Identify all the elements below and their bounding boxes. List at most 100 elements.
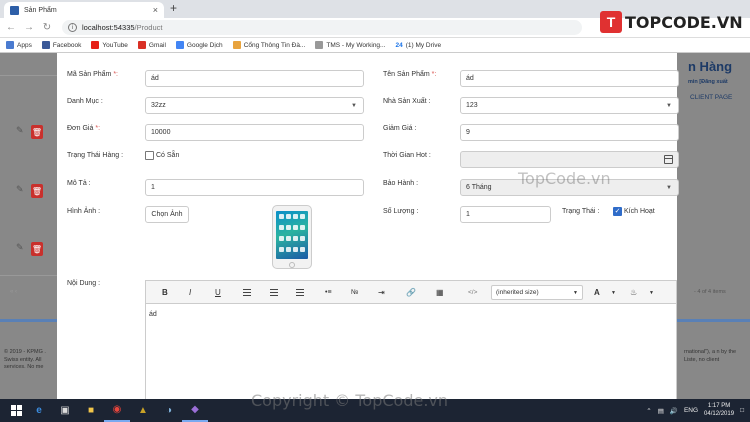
new-tab-button[interactable]: + <box>170 1 177 15</box>
ten-sp-input[interactable]: ád <box>460 70 679 87</box>
bookmark-google-dich[interactable]: Google Dịch <box>175 41 223 49</box>
ten-sp-label: Tên Sản Phẩm *: <box>383 71 437 78</box>
bookmark-label: (1) My Drive <box>405 41 442 49</box>
product-modal: Mã Sản Phẩm *: ád Tên Sản Phẩm *: ád Dan… <box>57 53 679 399</box>
ma-sp-input[interactable]: ád <box>145 70 364 87</box>
bg-user-links: min [Đăng xuất <box>688 79 728 85</box>
align-right-icon[interactable] <box>296 287 304 298</box>
product-image <box>272 205 312 269</box>
highlight-color-button[interactable]: ♨ ▼ <box>626 285 658 300</box>
info-icon[interactable]: i <box>68 23 77 32</box>
numbered-list-icon[interactable]: № <box>351 287 359 298</box>
bookmark-apps[interactable]: Apps <box>6 41 32 49</box>
url-input[interactable]: i localhost:54335/Product <box>62 20 582 35</box>
calendar-icon[interactable] <box>664 155 673 164</box>
back-icon[interactable]: ← <box>4 22 18 33</box>
bookmark-tms[interactable]: TMS - My Working... <box>315 41 385 49</box>
italic-button[interactable]: I <box>189 287 191 298</box>
bookmark-label: YouTube <box>102 41 128 49</box>
so-luong-label: Số Lượng : <box>383 208 419 215</box>
underline-button[interactable]: U <box>215 287 221 298</box>
edit-icon[interactable]: ✎ <box>16 242 26 254</box>
align-left-icon[interactable] <box>243 287 251 298</box>
topcode-logo-mark: T <box>600 11 622 33</box>
bullet-list-icon[interactable]: •≡ <box>325 287 332 298</box>
font-color-button[interactable]: A ▼ <box>590 285 620 300</box>
visual-studio-icon[interactable]: ◆ <box>182 399 208 422</box>
giam-gia-input[interactable]: 9 <box>460 124 679 141</box>
don-gia-input[interactable]: 10000 <box>145 124 364 141</box>
mo-ta-label: Mô Tả : <box>67 180 91 187</box>
chon-anh-button[interactable]: Chọn Ảnh <box>145 206 189 223</box>
nsx-value: 123 <box>466 102 478 109</box>
thoi-gian-hot-input[interactable] <box>460 151 679 168</box>
nsx-label: Nhà Sản Xuất : <box>383 98 431 105</box>
table-icon[interactable]: ▦ <box>436 287 444 298</box>
so-luong-input[interactable]: 1 <box>460 206 551 223</box>
bg-client-page-link[interactable]: CLIENT PAGE <box>690 94 732 101</box>
link-icon[interactable]: 🔗 <box>406 287 416 298</box>
network-app-icon[interactable]: ◑ <box>156 399 182 422</box>
align-center-icon[interactable] <box>270 287 278 298</box>
windows-start-icon[interactable] <box>6 401 26 421</box>
trang-thai-label: Trạng Thái : <box>562 208 600 215</box>
clock-time: 1:17 PM <box>707 402 731 409</box>
browser-tab[interactable]: Sản Phẩm × <box>4 2 164 18</box>
mo-ta-input[interactable]: 1 <box>145 179 364 196</box>
background-right <box>677 53 750 399</box>
reload-icon[interactable]: ↻ <box>40 22 54 33</box>
footer-text: © 2019 - KPMG . Swiss entity. All servic… <box>4 349 46 371</box>
edit-icon[interactable]: ✎ <box>16 125 26 137</box>
app-icon[interactable]: ▲ <box>130 399 156 422</box>
delete-icon[interactable]: 🗑 <box>31 242 43 256</box>
language-indicator[interactable]: ENG <box>684 407 698 414</box>
don-gia-label: Đơn Giá *: <box>67 125 101 132</box>
danh-muc-select[interactable]: 32zz ▼ <box>145 97 364 114</box>
font-color-label: A <box>594 288 600 297</box>
topcode-logo-text: TOPCODE.VN <box>625 12 743 32</box>
thoi-gian-hot-label: Thời Gian Hot : <box>383 152 431 159</box>
task-view-icon[interactable]: ▣ <box>52 399 78 422</box>
delete-icon[interactable]: 🗑 <box>31 184 43 198</box>
apps-icon <box>6 41 14 49</box>
url-path: /Product <box>134 23 163 32</box>
bookmark-cong-thong-tin[interactable]: Cổng Thông Tin Đà... <box>232 41 305 49</box>
nsx-select[interactable]: 123 ▼ <box>460 97 679 114</box>
bookmark-gmail[interactable]: Gmail <box>137 41 166 49</box>
indent-icon[interactable]: ⇥ <box>378 287 385 298</box>
chevron-down-icon: ▼ <box>351 103 357 109</box>
app-grid-icon <box>276 211 308 259</box>
bookmarks-bar: Apps Facebook YouTube Gmail Google Dịch … <box>0 38 750 53</box>
kich-hoat-label: Kích Hoạt <box>624 208 655 215</box>
editor-toolbar: B I U •≡ № ⇥ 🔗 ▦ </> (inherited size) ▼ A… <box>146 281 676 304</box>
bookmark-my-drive[interactable]: 24 (1) My Drive <box>395 42 441 49</box>
file-explorer-icon[interactable]: ■ <box>78 399 104 422</box>
editor-content[interactable]: ád <box>149 311 157 318</box>
bookmark-label: Gmail <box>148 41 166 49</box>
font-size-select[interactable]: (inherited size) ▼ <box>491 285 583 300</box>
bg-page-title: n Hàng <box>688 59 733 74</box>
edit-icon[interactable]: ✎ <box>16 184 26 196</box>
copyright-watermark: Copyright © TopCode.vn <box>251 391 449 410</box>
delete-icon[interactable]: 🗑 <box>31 125 43 139</box>
kich-hoat-checkbox[interactable]: ✓ <box>613 207 622 216</box>
forward-icon[interactable]: → <box>22 22 36 33</box>
bookmark-24-icon: 24 <box>395 41 403 49</box>
bookmark-youtube[interactable]: YouTube <box>91 41 128 49</box>
chrome-icon[interactable]: ◉ <box>104 399 130 422</box>
bookmark-label: Facebook <box>52 41 82 49</box>
co-san-checkbox[interactable] <box>145 151 154 160</box>
bookmark-facebook[interactable]: Facebook <box>41 41 82 49</box>
show-hidden-icon[interactable]: ⌃ <box>646 407 651 415</box>
clock[interactable]: 1:17 PM 04/12/2019 <box>704 403 734 419</box>
bold-button[interactable]: B <box>162 287 168 298</box>
pager-icon[interactable]: « ‹ <box>10 289 17 295</box>
network-icon[interactable]: ▤ <box>658 407 664 415</box>
close-tab-icon[interactable]: × <box>153 5 158 15</box>
danh-muc-label: Danh Mục : <box>67 98 103 105</box>
co-san-label: Có Sẵn <box>156 152 180 159</box>
edge-icon[interactable]: e <box>26 399 52 422</box>
code-view-button[interactable]: </> <box>468 287 477 298</box>
volume-icon[interactable]: 🔊 <box>670 407 678 415</box>
notification-icon[interactable]: □ <box>740 407 744 414</box>
